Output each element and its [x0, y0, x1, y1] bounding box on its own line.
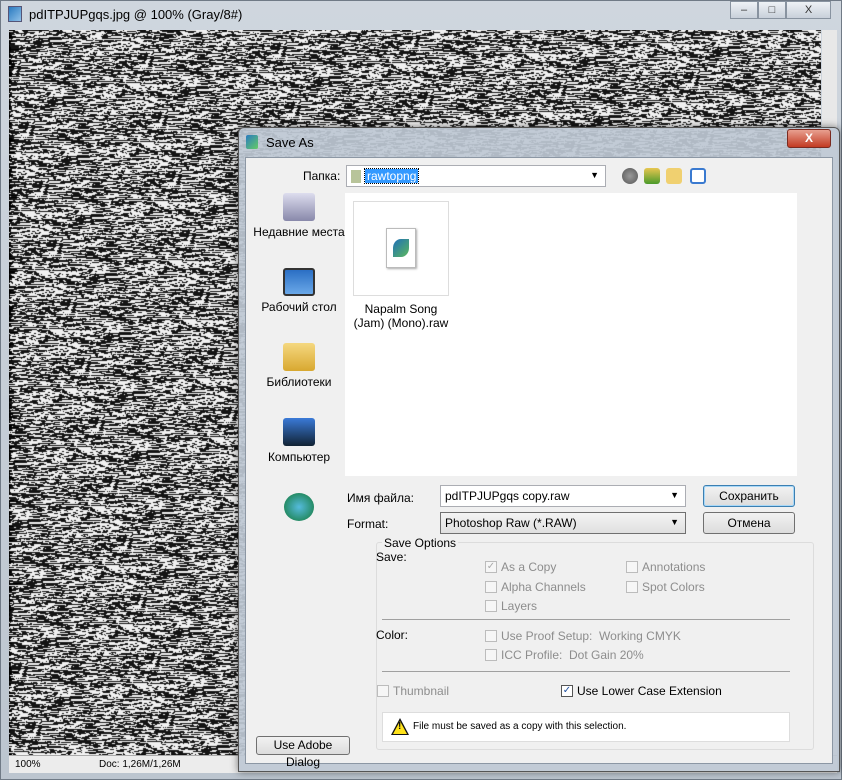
checkbox-label: Layers [501, 599, 538, 613]
photoshop-icon [246, 135, 258, 149]
filename-value: pdITPJUPgqs copy.raw [445, 489, 570, 503]
as-a-copy-checkbox[interactable]: ✓ As a Copy [485, 560, 556, 574]
thumbnail-checkbox[interactable]: Thumbnail [377, 684, 449, 698]
save-button[interactable]: Сохранить [703, 485, 795, 507]
view-menu-icon[interactable] [690, 168, 706, 184]
file-name: Napalm Song (Jam) (Mono).raw [353, 302, 449, 330]
icc-profile-checkbox[interactable]: ICC Profile: Dot Gain 20% [485, 648, 644, 662]
checkbox-label: Alpha Channels [501, 580, 586, 594]
divider [382, 671, 790, 672]
warning-box: File must be saved as a copy with this s… [382, 712, 790, 742]
file-list[interactable]: Napalm Song (Jam) (Mono).raw [345, 193, 797, 476]
chevron-down-icon: ▼ [670, 517, 679, 527]
photoshop-icon [8, 6, 22, 22]
dialog-title: Save As [266, 135, 314, 150]
dialog-close-button[interactable]: X [787, 129, 831, 148]
place-recent[interactable]: Недавние места [250, 193, 348, 239]
color-label: Color: [376, 628, 409, 642]
use-proof-setup-checkbox[interactable]: Use Proof Setup: Working CMYK [485, 629, 681, 643]
zoom-level[interactable]: 100% [15, 759, 41, 770]
warning-text: File must be saved as a copy with this s… [413, 721, 627, 732]
alpha-channels-checkbox[interactable]: Alpha Channels [485, 580, 586, 594]
checkbox-label: Use Lower Case Extension [577, 684, 722, 698]
folder-icon [351, 170, 361, 184]
place-network[interactable] [250, 493, 348, 525]
maximize-button[interactable]: □ [758, 1, 786, 19]
divider [382, 619, 790, 620]
photoshop-file-icon [386, 228, 416, 268]
folder-select[interactable]: rawtopng ▼ [346, 165, 606, 187]
computer-icon [283, 418, 315, 446]
checkbox-label: ICC Profile: Dot Gain 20% [501, 648, 644, 662]
save-options-title: Save Options [382, 536, 459, 550]
format-select[interactable]: Photoshop Raw (*.RAW) ▼ [440, 512, 686, 534]
minimize-button[interactable]: – [730, 1, 758, 19]
spot-colors-checkbox[interactable]: Spot Colors [626, 580, 705, 594]
back-icon[interactable] [622, 168, 638, 184]
checkbox-label: Spot Colors [642, 580, 705, 594]
place-computer[interactable]: Компьютер [250, 418, 348, 464]
save-label: Save: [376, 550, 407, 564]
window-title: pdITPJUPgqs.jpg @ 100% (Gray/8#) [29, 7, 243, 22]
save-as-dialog: Save As X Папка: rawtopng ▼ Недавние мес… [238, 127, 840, 772]
chevron-down-icon: ▼ [670, 490, 679, 500]
folder-value: rawtopng [363, 168, 420, 184]
place-label: Недавние места [253, 225, 345, 239]
checkbox-label: Use Proof Setup: Working CMYK [501, 629, 681, 643]
chevron-down-icon: ▼ [590, 170, 599, 180]
checkbox-label: Annotations [642, 560, 706, 574]
up-folder-icon[interactable] [644, 168, 660, 184]
place-label: Библиотеки [266, 375, 332, 389]
checkbox-label: Thumbnail [393, 684, 450, 698]
warning-icon [391, 718, 409, 735]
use-adobe-dialog-button[interactable]: Use Adobe Dialog [256, 736, 350, 769]
cancel-button[interactable]: Отмена [703, 512, 795, 534]
filename-input[interactable]: pdITPJUPgqs copy.raw ▼ [440, 485, 686, 507]
doc-size: Doc: 1,26M/1,26M [99, 759, 181, 770]
place-libraries[interactable]: Библиотеки [250, 343, 348, 389]
place-desktop[interactable]: Рабочий стол [250, 268, 348, 314]
checkbox-label: As a Copy [501, 560, 557, 574]
close-button[interactable]: X [786, 1, 831, 19]
file-item[interactable]: Napalm Song (Jam) (Mono).raw [353, 201, 449, 330]
network-icon [284, 493, 314, 521]
place-label: Компьютер [267, 450, 331, 464]
layers-checkbox[interactable]: Layers [485, 599, 537, 613]
format-value: Photoshop Raw (*.RAW) [445, 516, 577, 530]
place-label: Рабочий стол [261, 300, 337, 314]
annotations-checkbox[interactable]: Annotations [626, 560, 705, 574]
filename-label: Имя файла: [347, 491, 414, 505]
new-folder-icon[interactable] [666, 168, 682, 184]
format-label: Format: [347, 517, 389, 531]
libraries-icon [283, 343, 315, 371]
lower-case-extension-checkbox[interactable]: ✓ Use Lower Case Extension [561, 684, 722, 698]
recent-places-icon [283, 193, 315, 221]
folder-label: Папка: [303, 169, 341, 183]
desktop-icon [283, 268, 315, 296]
